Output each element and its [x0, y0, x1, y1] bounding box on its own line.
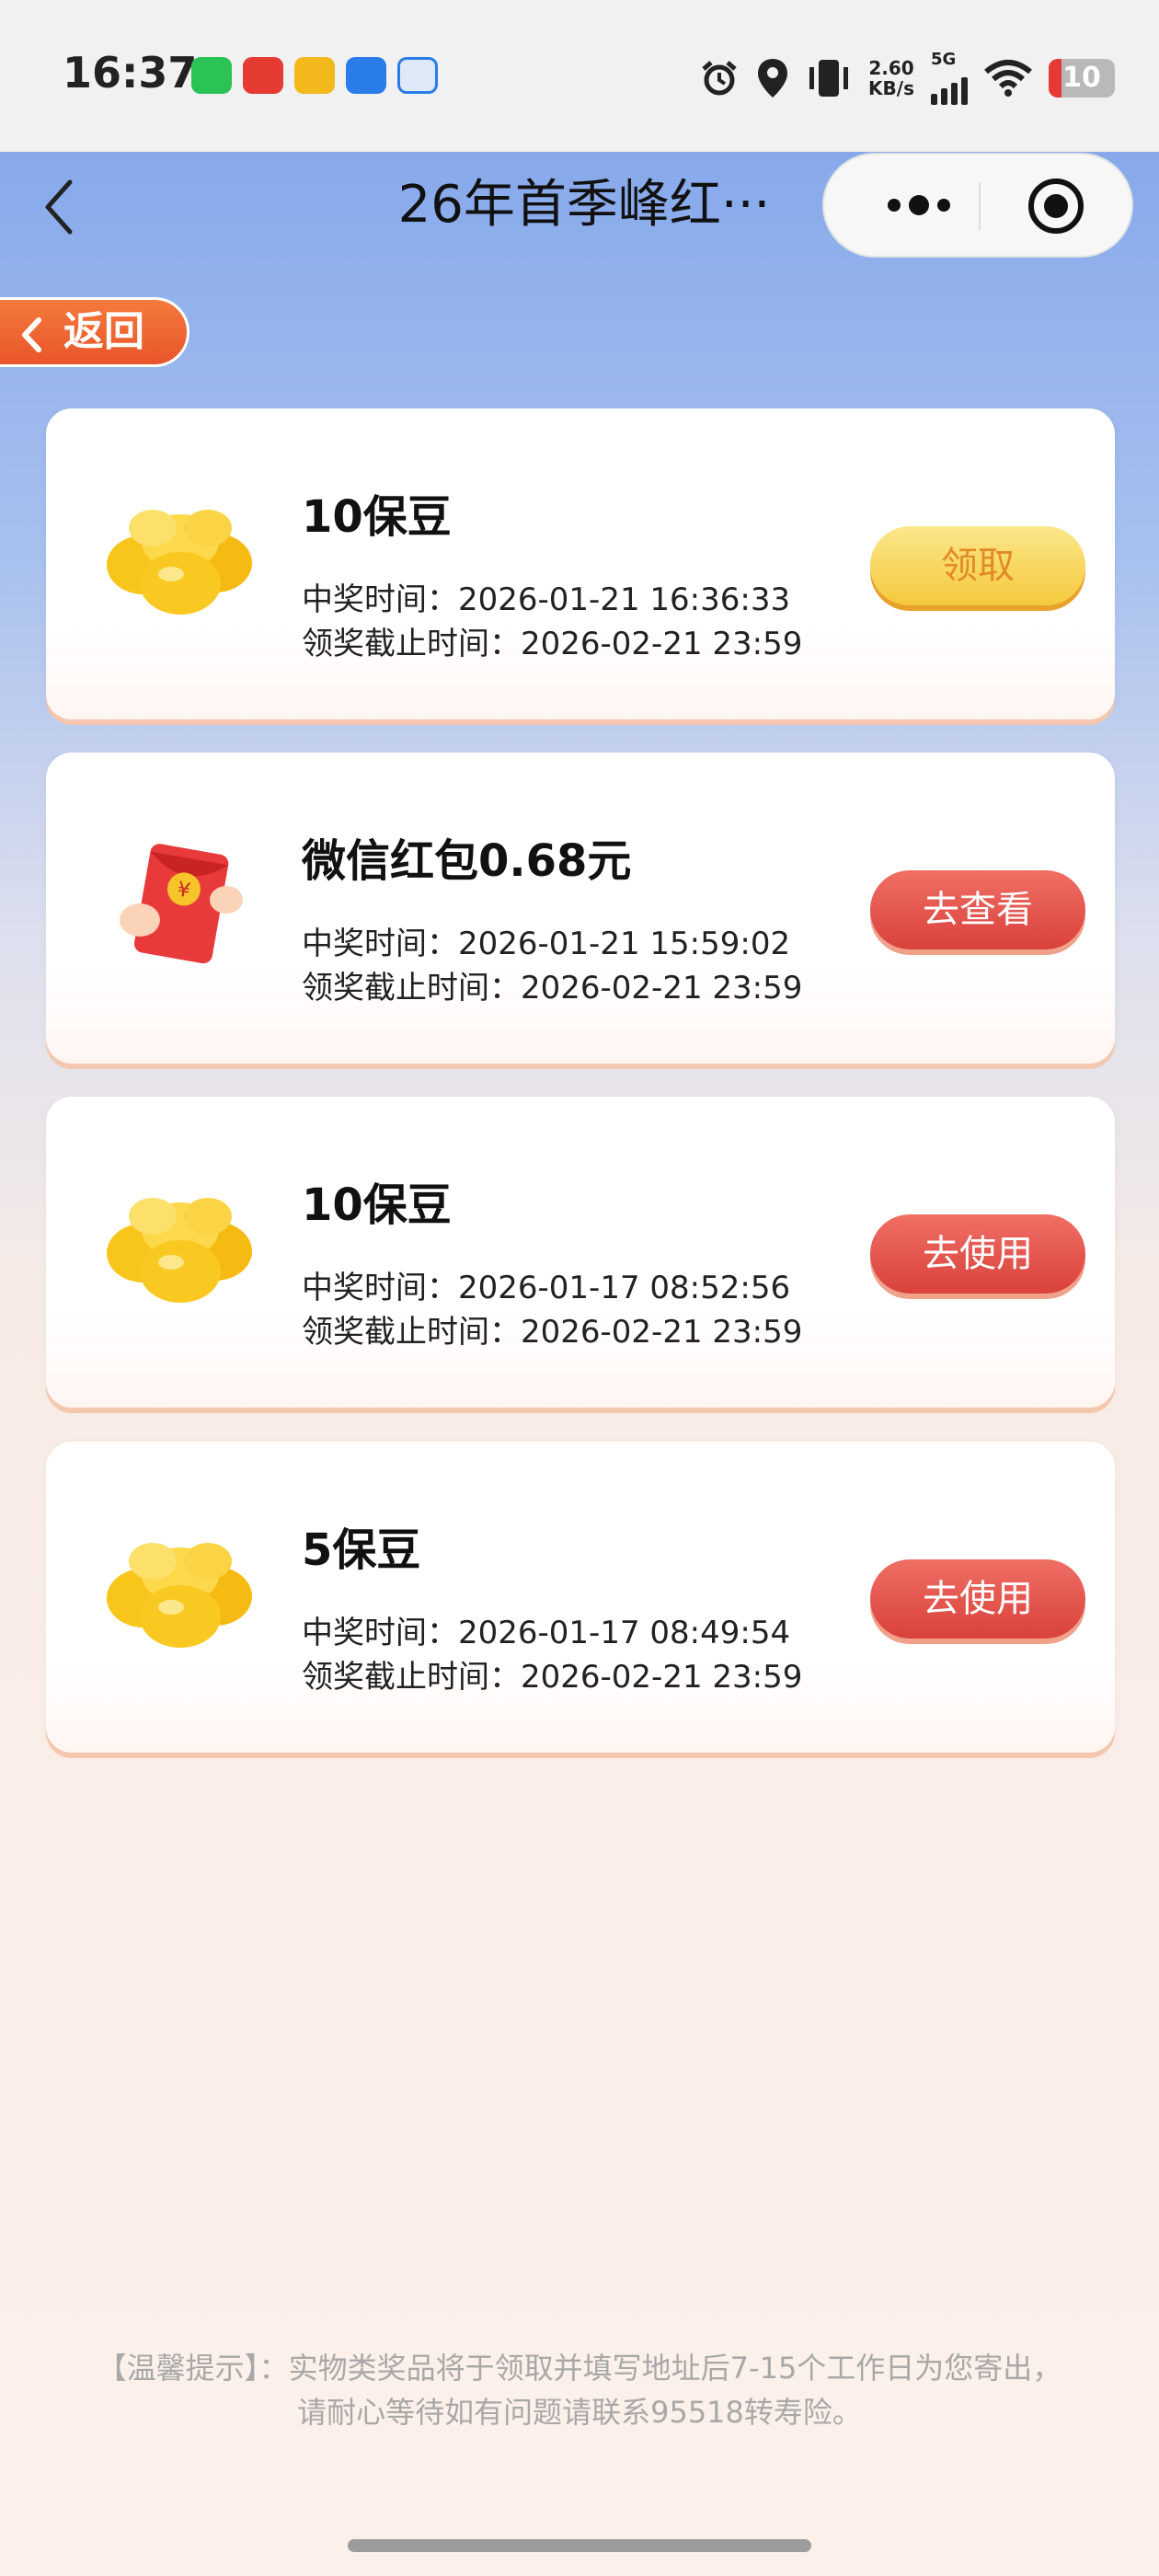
prize-card: 10保豆 中奖时间：2026-01-17 08:52:56 领奖截止时间：202… — [46, 1097, 1115, 1408]
prize-deadline: 领奖截止时间：2026-02-21 23:59 — [302, 1659, 803, 1696]
location-icon — [758, 59, 788, 98]
app-blue-icon — [346, 57, 386, 94]
weibo-icon — [294, 57, 335, 94]
status-time: 16:37 — [63, 48, 198, 98]
capsule-divider — [979, 182, 981, 230]
claim-button[interactable]: 领取 — [870, 526, 1085, 605]
tip-text: 【温馨提示】：实物类奖品将于领取并填写地址后7-15个工作日为您寄出， 请耐心等… — [0, 2346, 1159, 2434]
back-chevron-icon — [22, 317, 41, 352]
prize-title: 微信红包0.68元 — [302, 835, 632, 887]
notification-icons — [191, 57, 438, 94]
system-icons: 2.60 KB/s 5G 10 — [699, 52, 1115, 105]
use-button[interactable]: 去使用 — [870, 1214, 1085, 1294]
prize-card: 5保豆 中奖时间：2026-01-17 08:49:54 领奖截止时间：2026… — [46, 1442, 1115, 1753]
prize-title: 10保豆 — [302, 491, 452, 543]
more-icon[interactable] — [868, 155, 970, 256]
close-target-icon[interactable] — [1027, 177, 1085, 236]
prize-card: ¥ 微信红包0.68元 中奖时间：2026-01-21 15:59:02 领奖截… — [46, 753, 1115, 1064]
gold-beans-icon — [107, 1198, 252, 1303]
wechat-icon — [191, 57, 232, 94]
prize-win-time: 中奖时间：2026-01-17 08:49:54 — [302, 1615, 791, 1651]
home-indicator[interactable] — [348, 2539, 811, 2552]
tip-line-1: 【温馨提示】：实物类奖品将于领取并填写地址后7-15个工作日为您寄出， — [97, 2351, 1062, 2386]
prize-deadline: 领奖截止时间：2026-02-21 23:59 — [302, 970, 803, 1006]
prize-title: 5保豆 — [302, 1524, 421, 1576]
tip-line-2: 请耐心等待如有问题请联系95518转寿险。 — [297, 2395, 862, 2430]
mini-program-capsule — [822, 153, 1133, 258]
prize-win-time: 中奖时间：2026-01-21 16:36:33 — [302, 581, 791, 618]
back-button-label: 返回 — [63, 308, 144, 355]
prize-card: 10保豆 中奖时间：2026-01-21 16:36:33 领奖截止时间：202… — [46, 408, 1115, 719]
prize-win-time: 中奖时间：2026-01-21 15:59:02 — [302, 926, 791, 962]
signal-icon: 5G — [931, 52, 968, 105]
app-message-icon — [397, 57, 438, 94]
wifi-icon — [984, 60, 1032, 97]
battery-icon: 10 — [1049, 59, 1115, 98]
net-speed: 2.60 KB/s — [868, 57, 914, 99]
app-red-icon — [243, 57, 283, 94]
red-envelope-icon: ¥ — [120, 844, 243, 964]
vibrate-icon — [809, 60, 849, 97]
gold-beans-icon — [107, 1543, 252, 1648]
view-button[interactable]: 去查看 — [870, 870, 1085, 949]
prize-title: 10保豆 — [302, 1179, 452, 1231]
gold-beans-icon — [107, 510, 252, 615]
network-type: 5G — [931, 50, 957, 69]
prize-deadline: 领奖截止时间：2026-02-21 23:59 — [302, 626, 803, 662]
back-button[interactable]: 返回 — [0, 297, 189, 367]
alarm-icon — [702, 61, 737, 96]
prize-win-time: 中奖时间：2026-01-17 08:52:56 — [302, 1270, 791, 1306]
prize-deadline: 领奖截止时间：2026-02-21 23:59 — [302, 1314, 803, 1351]
status-bar: 16:37 2.60 KB/s 5G 10 — [0, 0, 1159, 152]
use-button[interactable]: 去使用 — [870, 1559, 1085, 1639]
